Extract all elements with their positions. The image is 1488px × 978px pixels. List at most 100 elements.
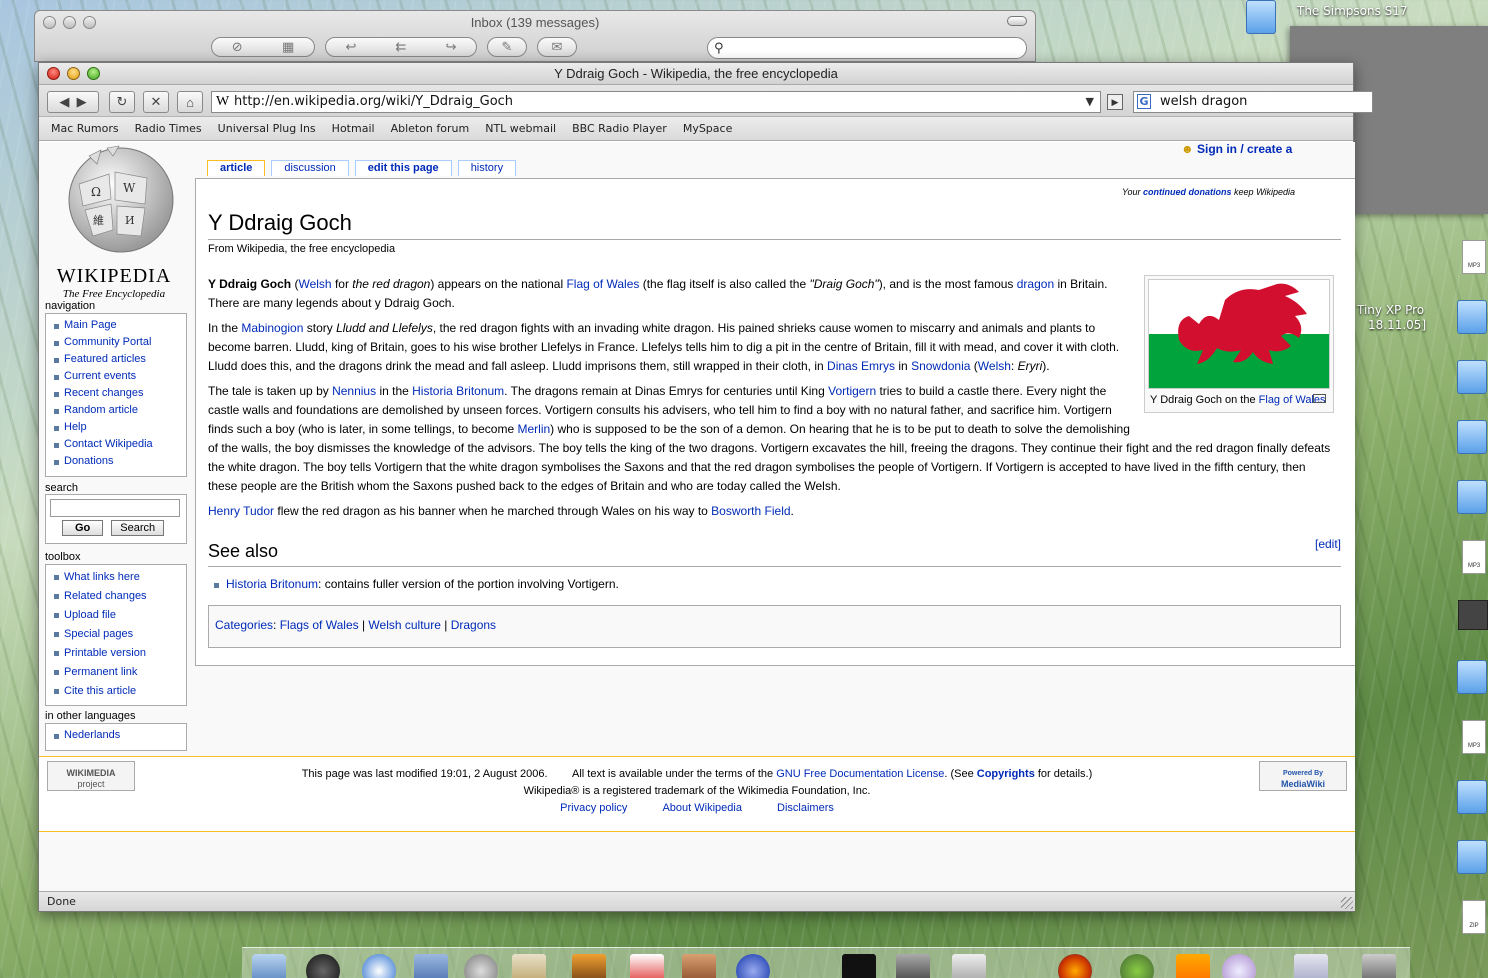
- applications-folder-icon[interactable]: [1294, 954, 1328, 978]
- tool-permanent-link[interactable]: Permanent link: [52, 663, 186, 682]
- folder-icon[interactable]: [1457, 300, 1487, 334]
- search-engine-input[interactable]: G welsh dragon: [1133, 91, 1373, 113]
- nav-main-page[interactable]: Main Page: [52, 317, 186, 334]
- search-button[interactable]: Search: [111, 520, 165, 536]
- nav-help[interactable]: Help: [52, 419, 186, 436]
- disk-icon[interactable]: [1458, 600, 1488, 630]
- delete-junk-buttons[interactable]: ⊘ ▦: [211, 37, 315, 57]
- tool-printable-version[interactable]: Printable version: [52, 644, 186, 663]
- desktop-label-simpsons[interactable]: The Simpsons S17: [1297, 4, 1408, 18]
- folder-icon[interactable]: [1457, 840, 1487, 874]
- bookmark-item[interactable]: MySpace: [683, 122, 733, 135]
- bookmark-item[interactable]: Mac Rumors: [51, 122, 119, 135]
- addressbook-icon[interactable]: [512, 954, 546, 978]
- disclaimers-link[interactable]: Disclaimers: [777, 802, 834, 814]
- sign-in-link[interactable]: ☻ Sign in / create a: [1181, 142, 1292, 156]
- reply-all-icon[interactable]: ⇇: [396, 39, 407, 55]
- folder-icon[interactable]: [1457, 780, 1487, 814]
- folder-icon[interactable]: [1457, 420, 1487, 454]
- desktop-label-date[interactable]: 18.11.05]: [1368, 318, 1426, 332]
- mp3-file-icon[interactable]: MP3: [1462, 540, 1486, 574]
- category-flags-of-wales[interactable]: Flags of Wales: [280, 618, 359, 632]
- resize-handle[interactable]: [1341, 897, 1353, 909]
- nav-current-events[interactable]: Current events: [52, 368, 186, 385]
- google-icon[interactable]: G: [1137, 94, 1151, 109]
- delete-icon[interactable]: ⊘: [232, 39, 243, 55]
- nav-community-portal[interactable]: Community Portal: [52, 334, 186, 351]
- tool-what-links-here[interactable]: What links here: [52, 568, 186, 587]
- tab-article[interactable]: article: [207, 160, 266, 176]
- folder-icon[interactable]: [1457, 660, 1487, 694]
- nav-donations[interactable]: Donations: [52, 453, 186, 470]
- gfdl-link[interactable]: GNU Free Documentation License: [776, 768, 944, 780]
- trash-icon[interactable]: [1362, 954, 1396, 978]
- browser-window[interactable]: Y Ddraig Goch - Wikipedia, the free ency…: [38, 62, 1373, 912]
- category-welsh-culture[interactable]: Welsh culture: [368, 618, 440, 632]
- about-link[interactable]: About Wikipedia: [662, 802, 742, 814]
- new-message-button[interactable]: ✎: [487, 37, 527, 57]
- home-button[interactable]: ⌂: [177, 91, 203, 113]
- edit-section-link[interactable]: [edit]: [1315, 537, 1341, 551]
- privacy-policy-link[interactable]: Privacy policy: [560, 802, 627, 814]
- tool-special-pages[interactable]: Special pages: [52, 625, 186, 644]
- wiki-search-input[interactable]: [50, 499, 180, 517]
- finder-icon[interactable]: [252, 954, 286, 978]
- mail-icon[interactable]: [414, 954, 448, 978]
- tool-upload-file[interactable]: Upload file: [52, 606, 186, 625]
- tab-edit[interactable]: edit this page: [354, 160, 452, 176]
- frog-app-icon[interactable]: [1120, 954, 1154, 978]
- junk-icon[interactable]: ▦: [282, 39, 294, 55]
- reply-buttons[interactable]: ↩ ⇇ ↪: [325, 37, 477, 57]
- quicktime-icon[interactable]: [842, 954, 876, 978]
- tab-history[interactable]: history: [457, 160, 517, 176]
- mail-window[interactable]: Inbox (139 messages) ⊘ ▦ ↩ ⇇ ↪ ✎ ✉ ⚲: [34, 10, 1036, 62]
- wikipedia-logo[interactable]: Ω W 維 И WIKIPEDIA The Free Encyclopedia: [49, 144, 179, 300]
- flag-of-wales-image[interactable]: [1148, 279, 1330, 389]
- itunes-icon[interactable]: [464, 954, 498, 978]
- tab-discussion[interactable]: discussion: [271, 160, 349, 176]
- get-mail-icon[interactable]: ✉: [552, 39, 563, 55]
- reply-icon[interactable]: ↩: [346, 39, 357, 55]
- category-dragons[interactable]: Dragons: [451, 618, 496, 632]
- compose-icon[interactable]: ✎: [502, 39, 513, 55]
- bookmark-item[interactable]: BBC Radio Player: [572, 122, 667, 135]
- donation-link[interactable]: continued donations: [1143, 187, 1232, 197]
- flag-thumbnail[interactable]: Y Ddraig Goch on the Flag of Wales: [1144, 275, 1334, 413]
- nav-recent-changes[interactable]: Recent changes: [52, 385, 186, 402]
- reload-button[interactable]: ↻: [109, 91, 135, 113]
- zip-file-icon[interactable]: ZIP: [1462, 900, 1486, 934]
- mp3-file-icon[interactable]: MP3: [1462, 720, 1486, 754]
- bookmark-item[interactable]: NTL webmail: [485, 122, 556, 135]
- bookmark-item[interactable]: Hotmail: [332, 122, 375, 135]
- forward-icon[interactable]: ▶: [77, 94, 87, 110]
- nav-contact[interactable]: Contact Wikipedia: [52, 436, 186, 453]
- vlc-icon[interactable]: [1176, 954, 1210, 978]
- bookmark-item[interactable]: Ableton forum: [391, 122, 470, 135]
- enlarge-icon[interactable]: [1313, 394, 1326, 403]
- folder-icon[interactable]: [1246, 0, 1276, 34]
- app-icon[interactable]: [1222, 954, 1256, 978]
- firefox-icon[interactable]: [1058, 954, 1092, 978]
- folder-icon[interactable]: [1457, 360, 1487, 394]
- copyrights-link[interactable]: Copyrights: [977, 768, 1035, 780]
- terminal-icon[interactable]: [896, 954, 930, 978]
- chevron-down-icon[interactable]: ▼: [1086, 92, 1094, 112]
- iphoto-icon[interactable]: [572, 954, 606, 978]
- imovie-icon[interactable]: [682, 954, 716, 978]
- toolbar-toggle-button[interactable]: [1007, 16, 1027, 26]
- nav-random-article[interactable]: Random article: [52, 402, 186, 419]
- mp3-file-icon[interactable]: MP3: [1462, 240, 1486, 274]
- mail-search-input[interactable]: ⚲: [707, 37, 1027, 59]
- url-input[interactable]: W http://en.wikipedia.org/wiki/Y_Ddraig_…: [211, 91, 1101, 113]
- go-button[interactable]: ▶: [1107, 94, 1123, 110]
- back-forward-buttons[interactable]: ◀ ▶: [47, 91, 99, 113]
- go-button[interactable]: Go: [62, 520, 104, 536]
- lang-nederlands[interactable]: Nederlands: [52, 727, 186, 744]
- get-mail-button[interactable]: ✉: [537, 37, 577, 57]
- categories-link[interactable]: Categories: [215, 618, 273, 632]
- bookmark-item[interactable]: Universal Plug Ins: [218, 122, 316, 135]
- nav-featured-articles[interactable]: Featured articles: [52, 351, 186, 368]
- itunes-music-icon[interactable]: [736, 954, 770, 978]
- bookmark-item[interactable]: Radio Times: [135, 122, 202, 135]
- historia-britonum-link[interactable]: Historia Britonum: [226, 577, 318, 591]
